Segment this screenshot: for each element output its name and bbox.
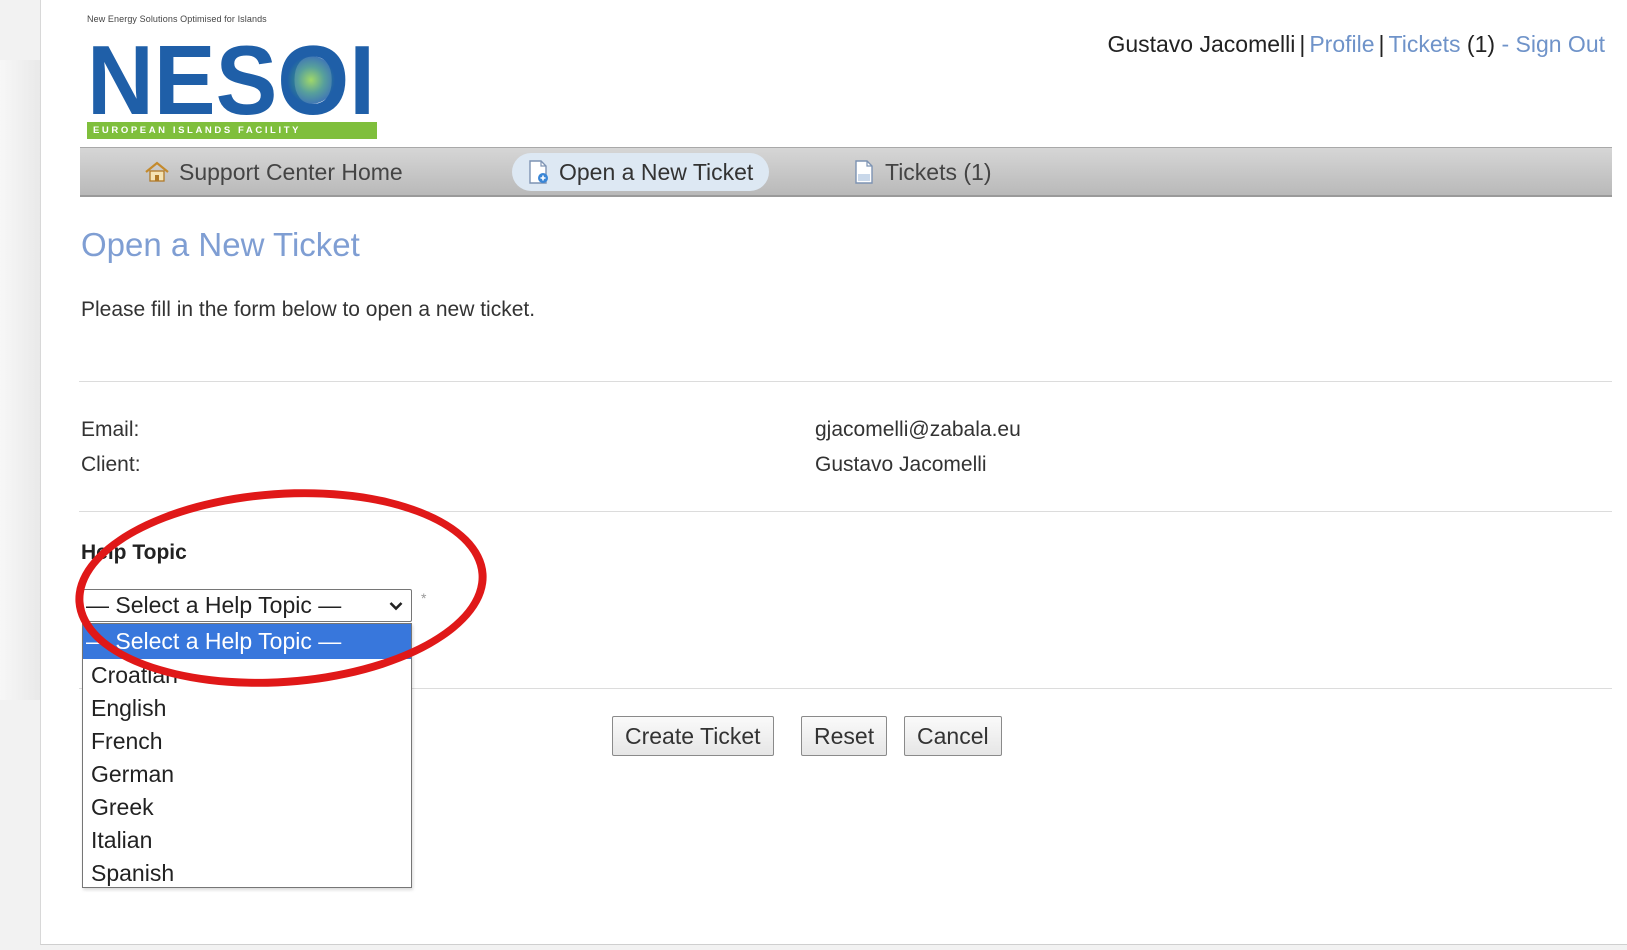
main-nav: Support Center Home Open a New Ticket Ti… [80,147,1612,197]
nesoi-logo[interactable]: New Energy Solutions Optimised for Islan… [87,14,377,139]
page: New Energy Solutions Optimised for Islan… [40,0,1627,945]
nav-tickets-label: Tickets (1) [885,158,992,185]
separator: | [1299,31,1306,57]
user-name: Gustavo Jacomelli [1107,31,1296,57]
page-title: Open a New Ticket [81,226,360,263]
dash: - [1501,31,1510,57]
cancel-button[interactable]: Cancel [904,716,1002,756]
profile-link[interactable]: Profile [1309,31,1374,57]
help-topic-option-italian[interactable]: Italian [83,824,411,857]
logo-tagline: New Energy Solutions Optimised for Islan… [87,14,267,24]
help-topic-option-placeholder[interactable]: — Select a Help Topic — [83,624,411,659]
reset-button[interactable]: Reset [801,716,888,756]
tickets-link[interactable]: Tickets [1389,31,1461,57]
home-icon [145,161,169,182]
nav-support-center-home[interactable]: Support Center Home [130,153,419,191]
chevron-down-icon [389,602,403,611]
help-topic-option-french[interactable]: French [83,725,411,758]
help-topic-option-spanish[interactable]: Spanish [83,857,411,890]
tickets-count: (1) [1466,31,1496,57]
logo-wordmark: NESOI [87,38,375,120]
help-topic-heading: Help Topic [81,541,187,564]
tickets-icon [855,160,873,184]
nav-open-new-ticket[interactable]: Open a New Ticket [512,153,770,191]
client-value: Gustavo Jacomelli [815,453,987,476]
nav-new-ticket-label: Open a New Ticket [559,158,754,185]
user-nav: Gustavo Jacomelli | Profile | Tickets (1) - … [1107,31,1605,58]
left-margin [0,60,40,700]
help-topic-dropdown-list: — Select a Help Topic — Croatian English… [82,623,412,888]
intro-text: Please fill in the form below to open a … [81,298,536,321]
divider [79,381,1612,382]
sign-out-label: Sign Out [1515,31,1606,57]
new-ticket-icon [529,160,548,184]
sign-out-link[interactable]: - Sign Out [1501,31,1605,57]
email-label: Email: [81,418,140,441]
divider [79,511,1612,512]
client-label: Client: [81,453,141,476]
nav-home-label: Support Center Home [179,158,403,185]
help-topic-option-croatian[interactable]: Croatian [83,659,411,692]
help-topic-select-value: — Select a Help Topic — [86,592,342,618]
help-topic-option-greek[interactable]: Greek [83,791,411,824]
required-marker: * [421,590,427,606]
logo-globe [287,56,335,104]
help-topic-select[interactable]: — Select a Help Topic — [82,589,412,622]
logo-band: EUROPEAN ISLANDS FACILITY [87,122,377,139]
help-topic-option-german[interactable]: German [83,758,411,791]
email-value: gjacomelli@zabala.eu [815,418,1021,441]
create-ticket-button[interactable]: Create Ticket [612,716,774,756]
nav-tickets[interactable]: Tickets (1) [838,153,1008,191]
help-topic-option-english[interactable]: English [83,692,411,725]
separator: | [1378,31,1385,57]
